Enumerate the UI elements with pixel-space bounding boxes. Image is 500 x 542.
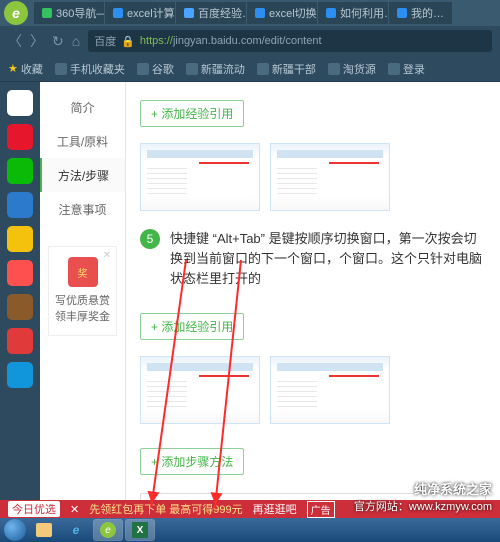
dock-app-8[interactable] <box>7 328 33 354</box>
editor-sidebar: 简介 工具/原料 方法/步骤 注意事项 ✕ 奖 写优质悬赏 领丰厚奖金 <box>40 82 126 500</box>
step-number-badge: 5 <box>140 229 160 249</box>
folder-icon <box>388 63 400 75</box>
tab-label: 如何利用… <box>340 5 388 21</box>
lock-icon: 🔒 <box>121 35 135 48</box>
forward-icon[interactable]: 〉 <box>30 31 44 51</box>
address-bar[interactable]: 百度 🔒 https://jingyan.baidu.com/edit/cont… <box>88 30 492 52</box>
award-line1: 写优质悬赏 <box>53 293 112 309</box>
home-icon[interactable]: ⌂ <box>72 33 80 49</box>
favorites-button[interactable]: ★★ 收藏收藏 <box>8 61 43 77</box>
browser-logo-icon[interactable]: e <box>4 1 28 25</box>
tab-1[interactable]: excel计算… <box>105 2 175 24</box>
windows-taskbar: e e X <box>0 518 500 542</box>
sidebar-item-tools[interactable]: 工具/原料 <box>40 124 125 158</box>
folder-icon <box>328 63 340 75</box>
close-icon[interactable]: ✕ <box>103 250 111 261</box>
bookmark-item[interactable]: 新疆干部 <box>257 61 316 77</box>
reload-icon[interactable]: ↻ <box>52 33 64 50</box>
search-engine-label: 百度 <box>94 33 116 49</box>
url-rest: jingyan.baidu.com/edit/content <box>173 35 322 47</box>
bookmark-item[interactable]: 新疆流动 <box>186 61 245 77</box>
ad-label: 广告 <box>307 501 335 518</box>
sidebar-item-steps[interactable]: 方法/步骤 <box>40 158 125 192</box>
dock-app-5[interactable] <box>7 226 33 252</box>
screenshot-thumb[interactable] <box>140 356 260 424</box>
screenshot-thumb[interactable] <box>270 143 390 211</box>
url-scheme: https:// <box>140 35 173 47</box>
step-text[interactable]: 快捷键 “Alt+Tab” 是键按顺序切换窗口，第一次按会切换到当前窗口的下一个… <box>170 229 486 289</box>
tab-5[interactable]: 我的… <box>389 2 452 24</box>
dock-app-9[interactable] <box>7 362 33 388</box>
add-reference-button[interactable]: + 添加经验引用 <box>140 100 244 127</box>
add-reference-button-2[interactable]: + 添加经验引用 <box>140 313 244 340</box>
task-explorer[interactable] <box>30 520 58 540</box>
screenshot-thumb[interactable] <box>140 143 260 211</box>
promo-text2: 再逛逛吧 <box>253 501 297 517</box>
dock-app-4[interactable] <box>7 192 33 218</box>
tab-0[interactable]: 360导航— <box>34 2 104 24</box>
promo-close-icon[interactable]: ✕ <box>70 503 79 516</box>
add-method-button[interactable]: + 添加步骤方法 <box>140 448 244 475</box>
tab-label: 360导航— <box>56 5 104 21</box>
folder-icon <box>55 63 67 75</box>
task-360browser[interactable]: e <box>94 520 122 540</box>
back-icon[interactable]: 〈 <box>8 31 22 51</box>
task-ie[interactable]: e <box>62 520 90 540</box>
start-button[interactable] <box>4 519 26 541</box>
folder-icon <box>257 63 269 75</box>
award-line2: 领丰厚奖金 <box>53 309 112 325</box>
task-excel[interactable]: X <box>126 520 154 540</box>
sidebar-item-notes[interactable]: 注意事项 <box>40 192 125 226</box>
editor-main: + 添加经验引用 5 快捷键 “Alt+Tab” 是键按顺序切换窗口，第一次按会… <box>126 82 500 500</box>
folder-icon <box>137 63 149 75</box>
bookmark-item[interactable]: 登录 <box>388 61 425 77</box>
tab-2[interactable]: 百度经验… <box>176 2 246 24</box>
dock-wechat[interactable] <box>7 158 33 184</box>
watermark: 纯净系统之家 官方网站：www.kzmyw.com <box>354 479 492 514</box>
bookmark-item[interactable]: 淘货源 <box>328 61 376 77</box>
folder-icon <box>186 63 198 75</box>
tab-label: excel计算… <box>127 5 175 21</box>
award-badge-icon: 奖 <box>68 257 98 287</box>
dock-weibo[interactable] <box>7 124 33 150</box>
tab-label: 百度经验… <box>198 5 246 21</box>
promo-badge: 今日优选 <box>8 501 60 517</box>
sidebar-item-intro[interactable]: 简介 <box>40 90 125 124</box>
bookmark-item[interactable]: 谷歌 <box>137 61 174 77</box>
award-card[interactable]: ✕ 奖 写优质悬赏 领丰厚奖金 <box>48 246 117 336</box>
left-dock <box>0 82 40 500</box>
tab-3[interactable]: excel切换 <box>247 2 317 24</box>
dock-app-6[interactable] <box>7 260 33 286</box>
tab-label: excel切换 <box>269 5 317 21</box>
promo-text: 先领红包再下单 最高可得999元 <box>89 501 242 517</box>
tab-4[interactable]: 如何利用… <box>318 2 388 24</box>
bookmark-item[interactable]: 手机收藏夹 <box>55 61 125 77</box>
dock-app-1[interactable] <box>7 90 33 116</box>
screenshot-thumb[interactable] <box>270 356 390 424</box>
tab-label: 我的… <box>411 5 444 21</box>
dock-app-7[interactable] <box>7 294 33 320</box>
